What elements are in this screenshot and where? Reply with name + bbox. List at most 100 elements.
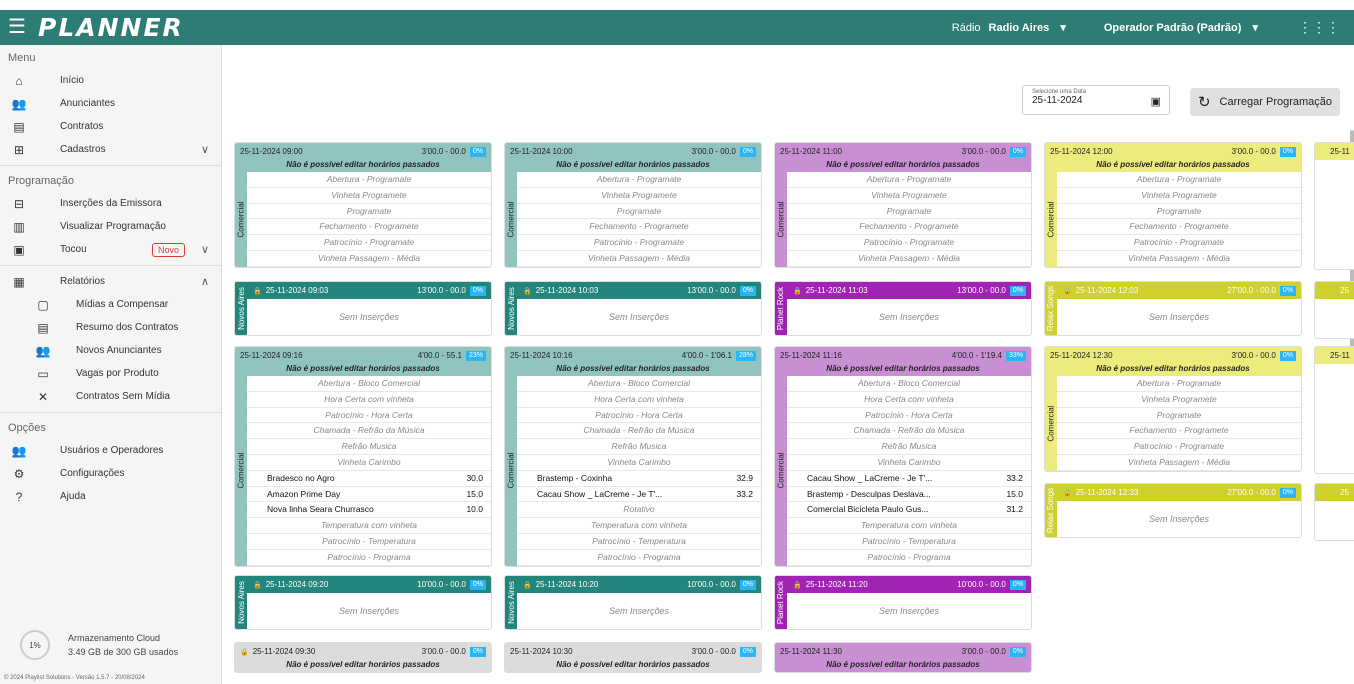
sidebar-item-novos-anunciantes[interactable]: 👥 Novos Anunciantes bbox=[0, 339, 221, 362]
ad-row[interactable]: Cacau Show _ LaCreme - Je T'... 33.2 bbox=[517, 487, 761, 503]
program-row[interactable]: Abertura - Programate bbox=[517, 172, 761, 188]
program-row[interactable]: Temperatura com vinheta bbox=[247, 518, 491, 534]
sidebar-item-visualizar[interactable]: ▥ Visualizar Programação bbox=[0, 215, 221, 238]
program-row[interactable]: Vinheta Programete bbox=[247, 188, 491, 204]
sidebar-item-contratos[interactable]: ▤ Contratos bbox=[0, 115, 221, 138]
partial-block-card[interactable]: 25-11 bbox=[1314, 142, 1354, 270]
sidebar-item-contratos-sem-midia[interactable]: ✕ Contratos Sem Mídia bbox=[0, 385, 221, 408]
apps-grid-icon[interactable]: ⋮⋮⋮ bbox=[1298, 19, 1340, 36]
program-row[interactable]: Refrão Musica bbox=[787, 439, 1031, 455]
program-row[interactable]: Programate bbox=[1057, 408, 1301, 424]
program-block-card[interactable]: 🔒 25-11-2024 09:20 10'00.0 - 00.0 0% Novos A… bbox=[234, 575, 492, 630]
program-row[interactable]: Rotativo bbox=[517, 502, 761, 519]
ad-row[interactable]: Brastemp - Coxinha 32.9 bbox=[517, 471, 761, 487]
load-programming-button[interactable]: ↻ Carregar Programação bbox=[1190, 88, 1340, 116]
program-row[interactable]: Patrocínio - Programate bbox=[517, 235, 761, 251]
ad-row[interactable]: Nova linha Seara Churrasco 10.0 bbox=[247, 502, 491, 519]
program-row[interactable]: Abertura - Programate bbox=[1057, 172, 1301, 188]
partial-block-card[interactable]: 25 bbox=[1314, 281, 1354, 339]
program-row[interactable]: Chamada - Refrão da Música bbox=[787, 423, 1031, 440]
ad-row[interactable]: Comercial Bicicleta Paulo Gus... 31.2 bbox=[787, 502, 1031, 519]
sidebar-item-midias-compensar[interactable]: ▢ Mídias a Compensar bbox=[0, 293, 221, 316]
program-row[interactable]: Vinheta Passagem - Média bbox=[1057, 455, 1301, 471]
program-row[interactable]: Fechamento - Programete bbox=[787, 219, 1031, 236]
program-row[interactable]: Patrocínio - Programate bbox=[1057, 439, 1301, 455]
program-block-card[interactable]: 🔒 25-11-2024 09:03 13'00.0 - 00.0 0% Novos A… bbox=[234, 281, 492, 336]
program-row[interactable]: Hora Certa com vinheta bbox=[517, 392, 761, 408]
sidebar-item-anunciantes[interactable]: 👥 Anunciantes bbox=[0, 92, 221, 115]
program-row[interactable]: Abertura - Bloco Comercial bbox=[517, 376, 761, 392]
sidebar-item-ajuda[interactable]: ? Ajuda bbox=[0, 485, 221, 508]
programming-block-card[interactable]: 25-11-2024 11:00 3'00.0 - 00.0 0% Não é pos… bbox=[774, 142, 1032, 268]
program-row[interactable]: Temperatura com vinheta bbox=[517, 518, 761, 534]
sidebar-item-vagas-produto[interactable]: ▭ Vagas por Produto bbox=[0, 362, 221, 385]
program-row[interactable]: Abertura - Programate bbox=[787, 172, 1031, 188]
sidebar-item-usuarios[interactable]: 👥 Usuários e Operadores bbox=[0, 439, 221, 462]
program-row[interactable]: Patrocínio - Programa bbox=[787, 550, 1031, 566]
program-row[interactable]: Patrocínio - Temperatura bbox=[787, 534, 1031, 550]
program-row[interactable]: Vinheta Passagem - Média bbox=[517, 251, 761, 267]
programming-block-card[interactable]: 25-11-2024 10:00 3'00.0 - 00.0 0% Não é pos… bbox=[504, 142, 762, 268]
operator-selector[interactable]: Operador Padrão (Padrão) ▾ bbox=[1104, 21, 1258, 34]
ad-row[interactable]: Amazon Prime Day 15.0 bbox=[247, 487, 491, 503]
ad-row[interactable]: Bradesco no Agro 30.0 bbox=[247, 471, 491, 487]
program-row[interactable]: Refrão Musica bbox=[517, 439, 761, 455]
program-row[interactable]: Vinheta Carimbo bbox=[247, 455, 491, 471]
radio-selector[interactable]: Radio Aires ▾ bbox=[989, 21, 1066, 34]
program-block-card[interactable]: 🔒 25-11-2024 10:03 13'00.0 - 00.0 0% Novos A… bbox=[504, 281, 762, 336]
program-block-card[interactable]: 🔒 25-11-2024 12:03 27'00.0 - 00.0 0% Relax S… bbox=[1044, 281, 1302, 336]
program-row[interactable]: Vinheta Passagem - Média bbox=[787, 251, 1031, 267]
ad-row[interactable]: Cacau Show _ LaCreme - Je T'... 33.2 bbox=[787, 471, 1031, 487]
program-row[interactable]: Programate bbox=[1057, 204, 1301, 220]
partial-block-card[interactable]: 25-11 bbox=[1314, 346, 1354, 474]
programming-block-card[interactable]: 🔒 25-11-2024 09:30 3'00.0 - 00.0 0% Não é po… bbox=[234, 642, 492, 673]
program-row[interactable]: Patrocínio - Programate bbox=[787, 235, 1031, 251]
program-row[interactable]: Patrocínio - Programa bbox=[247, 550, 491, 566]
program-row[interactable]: Patrocínio - Programate bbox=[247, 235, 491, 251]
partial-block-card[interactable]: 25 bbox=[1314, 483, 1354, 541]
sidebar-item-resumo-contratos[interactable]: ▤ Resumo dos Contratos bbox=[0, 316, 221, 339]
program-row[interactable]: Patrocínio - Programa bbox=[517, 550, 761, 566]
program-block-card[interactable]: 🔒 25-11-2024 12:33 27'00.0 - 00.0 0% Relax S… bbox=[1044, 483, 1302, 538]
program-row[interactable]: Abertura - Programate bbox=[247, 172, 491, 188]
sidebar-item-inicio[interactable]: ⌂ Início bbox=[0, 69, 221, 92]
program-row[interactable]: Vinheta Programete bbox=[787, 188, 1031, 204]
programming-block-card[interactable]: 25-11-2024 09:16 4'00.0 - 55.1 23% Não é po… bbox=[234, 346, 492, 567]
program-block-card[interactable]: 🔒 25-11-2024 11:20 10'00.0 - 00.0 0% Planet … bbox=[774, 575, 1032, 630]
programming-block-card[interactable]: 25-11-2024 10:16 4'00.0 - 1'06.1 28% Não é … bbox=[504, 346, 762, 567]
program-row[interactable]: Vinheta Programete bbox=[1057, 392, 1301, 408]
programming-block-card[interactable]: 25-11-2024 12:00 3'00.0 - 00.0 0% Não é pos… bbox=[1044, 142, 1302, 268]
program-row[interactable]: Patrocínio - Hora Certa bbox=[247, 408, 491, 424]
program-row[interactable]: Temperatura com vinheta bbox=[787, 518, 1031, 534]
programming-block-card[interactable]: 25-11-2024 09:00 3'00.0 - 00.0 0% Não é pos… bbox=[234, 142, 492, 268]
program-row[interactable]: Abertura - Bloco Comercial bbox=[247, 376, 491, 392]
program-row[interactable]: Fechamento - Programete bbox=[247, 219, 491, 236]
sidebar-item-insercoes[interactable]: ⊟ Inserções da Emissora bbox=[0, 192, 221, 215]
programming-block-card[interactable]: 25-11-2024 12:30 3'00.0 - 00.0 0% Não é pos… bbox=[1044, 346, 1302, 472]
hamburger-menu-icon[interactable]: ☰ bbox=[0, 10, 34, 45]
program-row[interactable]: Patrocínio - Programate bbox=[1057, 235, 1301, 251]
programming-block-card[interactable]: 25-11-2024 11:16 4'00.0 - 1'19.4 33% Não é … bbox=[774, 346, 1032, 567]
program-row[interactable]: Vinheta Passagem - Média bbox=[247, 251, 491, 267]
program-row[interactable]: Fechamento - Programete bbox=[517, 219, 761, 236]
program-row[interactable]: Abertura - Bloco Comercial bbox=[787, 376, 1031, 392]
programming-block-card[interactable]: 25-11-2024 10:30 3'00.0 - 00.0 0% Não é pos… bbox=[504, 642, 762, 673]
sidebar-item-configuracoes[interactable]: ⚙ Configurações bbox=[0, 462, 221, 485]
sidebar-item-cadastros[interactable]: ⊞ Cadastros ∨ bbox=[0, 138, 221, 161]
program-row[interactable]: Chamada - Refrão da Música bbox=[247, 423, 491, 440]
calendar-icon[interactable]: ▣ bbox=[1151, 95, 1161, 108]
program-row[interactable]: Fechamento - Programete bbox=[1057, 423, 1301, 440]
program-row[interactable]: Patrocínio - Temperatura bbox=[517, 534, 761, 550]
program-row[interactable]: Refrão Musica bbox=[247, 439, 491, 455]
program-row[interactable]: Abertura - Programate bbox=[1057, 376, 1301, 392]
program-row[interactable]: Vinheta Carimbo bbox=[787, 455, 1031, 471]
program-row[interactable]: Vinheta Programete bbox=[1057, 188, 1301, 204]
program-row[interactable]: Fechamento - Programete bbox=[1057, 219, 1301, 236]
sidebar-item-tocou[interactable]: ▣ Tocou Novo ∨ bbox=[0, 238, 221, 261]
programming-block-card[interactable]: 25-11-2024 11:30 3'00.0 - 00.0 0% Não é pos… bbox=[774, 642, 1032, 673]
ad-row[interactable]: Brastemp - Desculpas Deslava... 15.0 bbox=[787, 487, 1031, 503]
sidebar-item-relatorios[interactable]: ▦ Relatórios ∧ bbox=[0, 270, 221, 293]
program-row[interactable]: Programate bbox=[517, 204, 761, 220]
program-row[interactable]: Vinheta Passagem - Média bbox=[1057, 251, 1301, 267]
program-block-card[interactable]: 🔒 25-11-2024 11:03 13'00.0 - 00.0 0% Planet … bbox=[774, 281, 1032, 336]
